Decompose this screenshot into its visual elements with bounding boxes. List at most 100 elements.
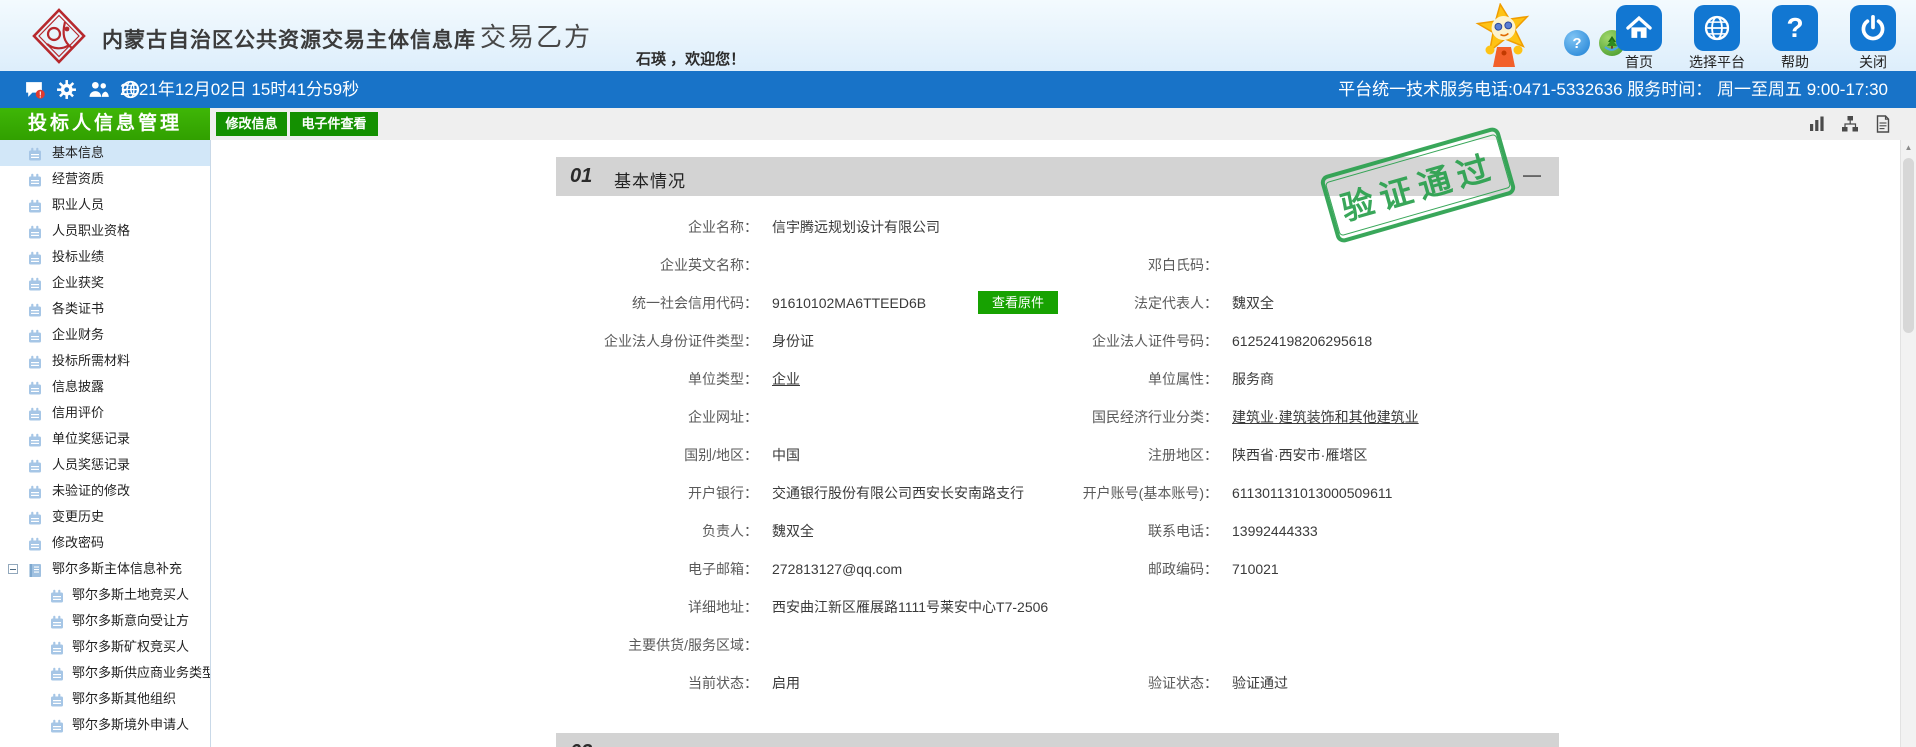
app-header: 内蒙古自治区公共资源交易主体信息库 交易乙方 石瑛 ，欢迎您！ ? 首页 选择平… [0, 0, 1916, 71]
nav-help-button[interactable]: ? 帮助 [1766, 5, 1824, 72]
sitemap-icon[interactable] [1841, 115, 1859, 138]
platform-globe-icon [1694, 5, 1740, 51]
sidebar-item[interactable]: 人员奖惩记录 [0, 452, 210, 478]
nav-button-label: 选择平台 [1689, 54, 1745, 70]
sidebar-item[interactable]: 企业获奖 [0, 270, 210, 296]
mascot-icon [1468, 2, 1540, 74]
page: 内蒙古自治区公共资源交易主体信息库 交易乙方 石瑛 ，欢迎您！ ? 首页 选择平… [0, 0, 1916, 747]
sidebar-item[interactable]: 企业财务 [0, 322, 210, 348]
pdf-export-icon[interactable] [1874, 115, 1892, 138]
sidebar-item[interactable]: 信息披露 [0, 374, 210, 400]
sidebar-item-label: 变更历史 [52, 509, 105, 524]
users-icon[interactable] [88, 79, 109, 100]
sidebar-group-item[interactable]: 鄂尔多斯主体信息补充 [0, 556, 210, 582]
sidebar-subitem[interactable]: 鄂尔多斯供应商业务类型 [0, 660, 210, 686]
nav-platform-button[interactable]: 选择平台 [1688, 5, 1746, 72]
sidebar-item[interactable]: 投标所需材料 [0, 348, 210, 374]
field-label: 单位属性： [1148, 371, 1218, 387]
help-icon: ? [1772, 5, 1818, 51]
sidebar-item-label: 人员职业资格 [52, 223, 131, 238]
sidebar-item[interactable]: 未验证的修改 [0, 478, 210, 504]
field-value: 13992444333 [1232, 523, 1318, 539]
modify-info-button[interactable]: 修改信息 [216, 112, 287, 136]
sidebar-item[interactable]: 信用评价 [0, 400, 210, 426]
nav-home-button[interactable]: 首页 [1610, 5, 1668, 72]
sidebar-item-label: 修改密码 [52, 535, 105, 550]
scroll-thumb[interactable] [1903, 158, 1914, 333]
field-value: 启用 [772, 675, 800, 691]
field-value: 91610102MA6TTEED6B [772, 295, 927, 311]
sidebar-item[interactable]: 职业人员 [0, 192, 210, 218]
sidebar-item-label: 人员奖惩记录 [52, 457, 131, 472]
field-value[interactable]: 企业 [772, 369, 800, 389]
collapse-icon[interactable]: — [1523, 165, 1541, 186]
sidebar-item-label: 企业获奖 [52, 275, 105, 290]
field-label: 企业网址： [688, 409, 758, 425]
sidebar-title: 投标人信息管理 [0, 108, 210, 140]
chart-icon[interactable] [1808, 115, 1826, 138]
verified-stamp: 验证通过 [1318, 125, 1518, 245]
nav-button-label: 关闭 [1859, 54, 1887, 70]
page-toolbar: 投标人信息管理 修改信息 电子件查看 [0, 108, 1916, 140]
note-icon [50, 717, 65, 743]
nav-button-label: 帮助 [1781, 54, 1809, 70]
sidebar-item-label: 各类证书 [52, 301, 105, 316]
section-title: 营业执照 [614, 743, 686, 747]
sidebar-item[interactable]: 基本信息 [0, 140, 210, 166]
field-label: 国民经济行业分类： [1092, 409, 1218, 425]
sidebar-item-label: 鄂尔多斯矿权竞买人 [72, 639, 190, 654]
field-value: 魏双全 [1232, 295, 1274, 311]
field-label: 邓白氏码： [1148, 257, 1218, 273]
field-label: 企业法人证件号码： [1092, 333, 1218, 349]
sidebar-item[interactable]: 变更历史 [0, 504, 210, 530]
sidebar-item-label: 鄂尔多斯其他组织 [72, 691, 177, 706]
service-hotline-text: 平台统一技术服务电话:0471-5332636 服务时间： 周一至周五 9:00… [1338, 80, 1888, 99]
field-value: 612524198206295618 [1232, 333, 1373, 349]
qa-bubble-icon[interactable]: ? [1564, 30, 1590, 56]
sidebar-subitem[interactable]: 鄂尔多斯境外申请人 [0, 712, 210, 738]
field-label: 主要供货/服务区域： [628, 637, 758, 653]
section-title: 基本情况 [614, 172, 686, 191]
sidebar-item[interactable]: 单位奖惩记录 [0, 426, 210, 452]
collapse-expander-icon[interactable] [8, 564, 18, 574]
home-icon [1616, 5, 1662, 51]
sidebar-item[interactable]: 经营资质 [0, 166, 210, 192]
efile-view-button[interactable]: 电子件查看 [290, 112, 378, 136]
sidebar-subitem[interactable]: 鄂尔多斯意向受让方 [0, 608, 210, 634]
collapse-icon[interactable]: — [1523, 741, 1541, 747]
sidebar-item-label: 鄂尔多斯供应商业务类型 [72, 665, 211, 680]
nav-button-label: 首页 [1625, 54, 1653, 70]
scrollbar[interactable]: ▲ [1900, 140, 1916, 747]
sidebar-subitem[interactable]: 鄂尔多斯其他组织 [0, 686, 210, 712]
field-label: 验证状态： [1148, 675, 1218, 691]
message-icon[interactable]: ! [24, 79, 45, 100]
field-label: 单位类型： [688, 371, 758, 387]
field-value: 中国 [772, 447, 800, 463]
field-label: 注册地区： [1148, 447, 1218, 463]
sidebar-item-label: 职业人员 [52, 197, 105, 212]
field-label: 开户银行： [688, 485, 758, 501]
field-label: 邮政编码： [1148, 561, 1218, 577]
field-value: 交通银行股份有限公司西安长安南路支行 [772, 485, 1024, 501]
scroll-up-button[interactable]: ▲ [1901, 140, 1916, 156]
sidebar-item[interactable]: 人员职业资格 [0, 218, 210, 244]
sidebar-item-label: 单位奖惩记录 [52, 431, 131, 446]
settings-gear-icon[interactable] [56, 79, 77, 100]
sidebar-item-label: 鄂尔多斯土地竞买人 [72, 587, 190, 602]
sidebar-subitem[interactable]: 鄂尔多斯土地竞买人 [0, 582, 210, 608]
field-value: 西安曲江新区雁展路1111号莱安中心T7-2506 [772, 599, 1049, 615]
field-value: 710021 [1232, 561, 1279, 577]
sidebar-item[interactable]: 投标业绩 [0, 244, 210, 270]
sidebar-menu: 基本信息 经营资质职业人员人员职业资格投标业绩企业获奖各类证书企业财务 投标所需材料… [0, 140, 211, 747]
field-label: 开户账号(基本账号)： [1082, 485, 1218, 501]
status-bar: ! 2021年12月02日 15时41分59秒 平台统一技术服务电话:0471-… [0, 71, 1916, 108]
sidebar-item-label: 鄂尔多斯主体信息补充 [52, 561, 183, 576]
sidebar-subitem[interactable]: 鄂尔多斯矿权竞买人 [0, 634, 210, 660]
nav-close-button[interactable]: 关闭 [1844, 5, 1902, 72]
field-value[interactable]: 建筑业·建筑装饰和其他建筑业 [1232, 407, 1419, 427]
sidebar-item-label: 信用评价 [52, 405, 105, 420]
field-label: 企业名称： [688, 219, 758, 235]
sidebar-item[interactable]: 修改密码 [0, 530, 210, 556]
sidebar-item[interactable]: 各类证书 [0, 296, 210, 322]
sidebar-item-label: 鄂尔多斯境外申请人 [72, 717, 190, 732]
